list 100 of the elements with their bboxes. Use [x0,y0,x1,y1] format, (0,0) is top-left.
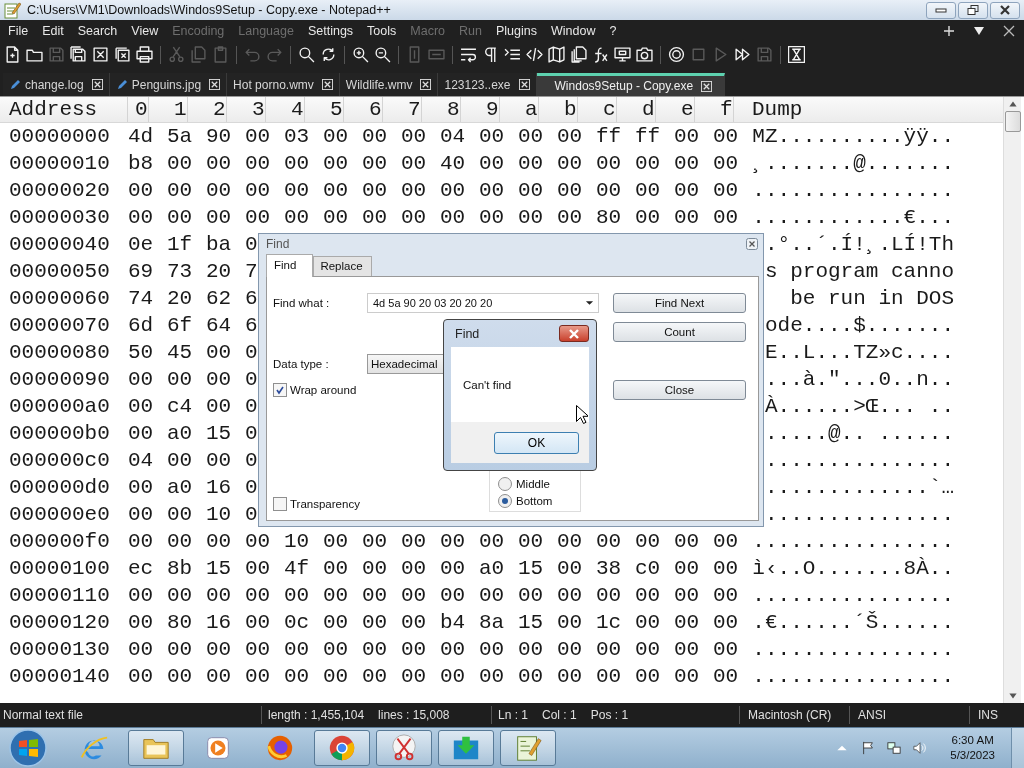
find-what-combobox[interactable]: 4d 5a 90 20 03 20 20 20 [367,293,599,313]
close-file-icon[interactable] [92,46,109,63]
address-cell-text: 00000010 [9,152,111,175]
menu-item[interactable]: View [124,24,166,38]
address-cell-text: 000000b0 [9,422,111,445]
dropdown-arrow-icon[interactable] [585,300,594,306]
data-type-select[interactable]: Hexadecimal [367,354,444,374]
menu-item[interactable]: ? [602,24,624,38]
taskbar-button[interactable] [500,730,556,766]
close-icon[interactable] [746,238,758,250]
address-cell-text: 00000070 [9,314,111,337]
minimize-icon[interactable] [934,5,948,15]
new-file-icon[interactable] [4,46,21,63]
map-icon[interactable] [548,46,565,63]
close-tab-icon[interactable] [321,79,333,90]
flag-icon[interactable] [861,741,876,755]
restore-button[interactable] [958,1,988,19]
status-text: lines : 15,008 [378,708,450,722]
dump-text: ...à."...0..n.. [763,368,954,391]
hex-byte: 0c [284,611,310,634]
network-icon[interactable] [887,741,902,755]
plus-icon[interactable] [943,25,955,37]
close-icon[interactable] [1003,25,1015,37]
close-icon[interactable] [998,5,1012,15]
pilcrow-icon[interactable] [482,46,499,63]
hex-byte: 00 [167,584,193,607]
dump-text: ............... [763,503,954,526]
checkbox[interactable] [273,497,287,511]
ok-button[interactable]: OK [494,431,579,454]
camera-icon[interactable] [636,46,653,63]
close-tab-icon[interactable] [518,79,530,90]
dialog-button[interactable]: Count [613,322,746,342]
function-icon[interactable] [592,46,609,63]
radio-button[interactable] [498,494,512,508]
column-header: f [713,97,734,122]
menu-item[interactable]: Plugins [488,24,544,38]
close-tab-icon[interactable] [91,79,103,90]
taskbar-button[interactable] [314,730,370,766]
taskbar-button[interactable] [376,730,432,766]
hex-byte: 6 [245,314,258,337]
hex-byte: 00 [323,557,349,580]
zoom-in-icon[interactable] [352,46,369,63]
fast-forward-icon[interactable] [734,46,751,63]
dialog-button[interactable]: Find Next [613,293,746,313]
dialog-tab[interactable]: Replace [313,256,372,276]
hex-byte: 00 [557,179,583,202]
start-button[interactable] [8,728,48,768]
hourglass-icon[interactable] [788,46,805,63]
clock-date[interactable]: 5/3/2023 [950,748,995,763]
dump-text: ................ [752,638,954,661]
speaker-icon[interactable] [913,741,928,755]
hex-byte: 00 [635,152,661,175]
close-tab-icon[interactable] [209,79,221,90]
clock-time[interactable]: 6:30 AM [951,733,994,748]
hex-byte: 00 [206,341,232,364]
monitor-icon[interactable] [614,46,631,63]
hex-byte: 00 [479,665,505,688]
replace-icon[interactable] [320,46,337,63]
close-tab-icon[interactable] [701,80,713,92]
menu-item[interactable]: Tools [360,24,404,38]
scrollbar-thumb[interactable] [1004,111,1021,132]
close-button[interactable] [990,1,1020,19]
menu-item[interactable]: File [1,24,36,38]
radio-button[interactable] [498,477,512,491]
dialog-button[interactable]: Close [613,380,746,400]
save-all-icon[interactable] [70,46,87,63]
hex-byte: 00 [518,206,544,229]
search-icon[interactable] [298,46,315,63]
code-icon[interactable] [526,46,543,63]
word-wrap-icon[interactable] [460,46,477,63]
column-header: 0 [128,97,149,122]
taskbar-button[interactable] [438,730,494,766]
dropdown-arrow-icon[interactable] [973,25,985,37]
record-icon[interactable] [668,46,685,63]
hex-byte: 00 [167,206,193,229]
hex-byte: 0e [128,233,154,256]
close-button[interactable] [559,325,589,342]
menu-item[interactable]: Edit [35,24,71,38]
hex-byte: 00 [557,530,583,553]
scrollbar[interactable] [1003,97,1021,703]
dialog-tab[interactable]: Find [266,254,314,277]
hex-byte: 00 [362,152,388,175]
menu-item[interactable]: Window [543,24,603,38]
file-tab[interactable]: Windos9Setup - Copy.exe [536,73,726,96]
dump-text: .....@.. ...... [763,422,954,445]
close-tab-icon[interactable] [420,79,432,90]
hex-byte: 7 [245,260,258,283]
menu-item[interactable]: Settings [300,24,361,38]
dump-text: .€......´Š...... [752,611,954,634]
close-all-icon[interactable] [114,46,131,63]
checkbox[interactable] [273,383,287,397]
zoom-out-icon[interactable] [374,46,391,63]
printer-icon[interactable] [136,46,153,63]
hex-byte: 00 [128,611,154,634]
documents-icon[interactable] [570,46,587,63]
hex-byte: 20 [167,287,193,310]
hex-byte: 00 [713,584,739,607]
menu-item[interactable]: Search [70,24,125,38]
restore-icon[interactable] [966,5,980,15]
taskbar-button[interactable] [128,730,184,766]
